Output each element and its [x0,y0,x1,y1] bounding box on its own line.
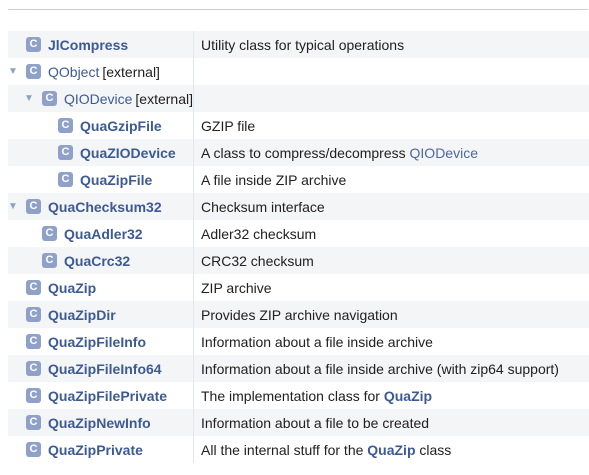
class-name-cell: C QuaZIODevice [8,139,194,166]
table-row: C JlCompress Utility class for typical o… [8,31,589,58]
table-row: C QuaZipFileInfo Information about a fil… [8,328,589,355]
class-link-jlcompress[interactable]: JlCompress [48,37,128,53]
class-link-quagzipfile[interactable]: QuaGzipFile [80,118,162,134]
class-icon: C [26,64,41,79]
class-name-cell: C QuaZipPrivate [8,436,194,463]
class-name-cell: ▼ C QuaChecksum32 [8,193,194,220]
class-name-cell: C QuaGzipFile [8,112,194,139]
quazip-link[interactable]: QuaZip [384,388,432,404]
table-row: C QuaZIODevice A class to compress/decom… [8,139,589,166]
qiodevice-link[interactable]: QIODevice [410,145,478,161]
quazip-link[interactable]: QuaZip [367,442,415,458]
table-row: ▼ C QuaChecksum32 Checksum interface [8,193,589,220]
class-description: Information about a file inside archive … [201,360,559,377]
table-row: C QuaZipPrivate All the internal stuff f… [8,436,589,463]
header-divider [8,9,588,10]
table-row: C QuaZipFileInfo64 Information about a f… [8,355,589,382]
class-icon: C [42,253,57,268]
class-link-quazipfileinfo64[interactable]: QuaZipFileInfo64 [48,361,162,377]
class-name-cell: C QuaAdler32 [8,220,194,247]
class-icon: C [58,118,73,133]
class-description: Adler32 checksum [201,225,317,242]
class-icon: C [26,388,41,403]
table-row: C QuaZipFile A file inside ZIP archive [8,166,589,193]
class-icon: C [26,334,41,349]
class-name-cell: C JlCompress [8,31,194,58]
class-icon: C [26,37,41,52]
class-link-qobject[interactable]: QObject [48,64,99,80]
class-icon: C [26,361,41,376]
class-name-cell: C QuaZipFileInfo [8,328,194,355]
class-icon: C [26,442,41,457]
table-row: C QuaGzipFile GZIP file [8,112,589,139]
class-description: The implementation class for QuaZip [194,382,589,409]
class-icon: C [41,91,57,106]
class-name-cell: C QuaZipFileInfo64 [8,355,194,382]
class-icon: C [58,145,73,160]
class-link-quaadler32[interactable]: QuaAdler32 [64,226,143,242]
class-link-quazipnewinfo[interactable]: QuaZipNewInfo [48,415,151,431]
class-link-quachecksum32[interactable]: QuaChecksum32 [48,199,162,215]
external-tag: [external] [102,63,160,80]
class-name-cell: C QuaZipFilePrivate [8,382,194,409]
description-text: All the internal stuff for the [201,441,368,458]
class-icon: C [26,199,41,214]
class-link-quazip[interactable]: QuaZip [48,280,96,296]
class-link-qiodevice[interactable]: QIODevice [64,91,132,107]
class-link-quazipfile[interactable]: QuaZipFile [80,172,152,188]
class-description [194,58,589,85]
class-description [194,85,589,112]
class-link-quazipprivate[interactable]: QuaZipPrivate [48,442,143,458]
class-link-quazipdir[interactable]: QuaZipDir [48,307,116,323]
class-description: Utility class for typical operations [201,36,405,53]
class-link-quazipfileinfo[interactable]: QuaZipFileInfo [48,334,146,350]
class-description: Checksum interface [201,198,325,215]
class-description: All the internal stuff for the QuaZip cl… [194,436,589,463]
class-name-cell: ▼ C QIODevice [external] [8,85,194,112]
expand-arrow-icon[interactable]: ▼ [24,93,34,104]
class-icon: C [58,172,73,187]
table-row: C QuaAdler32 Adler32 checksum [8,220,589,247]
table-row: ▼ C QIODevice [external] [8,85,589,112]
table-row: C QuaZipDir Provides ZIP archive navigat… [8,301,589,328]
table-row: C QuaZip ZIP archive [8,274,589,301]
external-tag: [external] [135,90,193,107]
table-row: C QuaCrc32 CRC32 checksum [8,247,589,274]
class-name-cell: C QuaZip [8,274,194,301]
class-link-quaziodevice[interactable]: QuaZIODevice [80,145,176,161]
class-icon: C [42,226,57,241]
class-description: Information about a file to be created [201,414,430,431]
description-text: A class to compress/decompress [201,144,410,161]
description-text: class [415,441,452,458]
expand-arrow-icon[interactable]: ▼ [8,201,18,212]
class-icon: C [26,415,41,430]
class-icon: C [26,307,41,322]
class-name-cell: C QuaZipNewInfo [8,409,194,436]
class-description: Provides ZIP archive navigation [201,306,398,323]
class-description: CRC32 checksum [201,252,314,269]
table-row: ▼ C QObject [external] [8,58,589,85]
class-name-cell: C QuaZipDir [8,301,194,328]
table-row: C QuaZipNewInfo Information about a file… [8,409,589,436]
class-description: Information about a file inside archive [201,333,433,350]
class-description: A file inside ZIP archive [201,171,347,188]
description-text: The implementation class for [201,387,384,404]
class-name-cell: C QuaZipFile [8,166,194,193]
class-description: A class to compress/decompress QIODevice [194,139,589,166]
class-description: ZIP archive [201,279,272,296]
class-link-quacrc32[interactable]: QuaCrc32 [64,253,130,269]
class-name-cell: C QuaCrc32 [8,247,194,274]
expand-arrow-icon[interactable]: ▼ [8,66,18,77]
class-description: GZIP file [201,117,256,134]
class-name-cell: ▼ C QObject [external] [8,58,194,85]
class-icon: C [26,280,41,295]
class-hierarchy-table: C JlCompress Utility class for typical o… [8,31,589,463]
table-row: C QuaZipFilePrivate The implementation c… [8,382,589,409]
class-link-quazipfileprivate[interactable]: QuaZipFilePrivate [48,388,167,404]
